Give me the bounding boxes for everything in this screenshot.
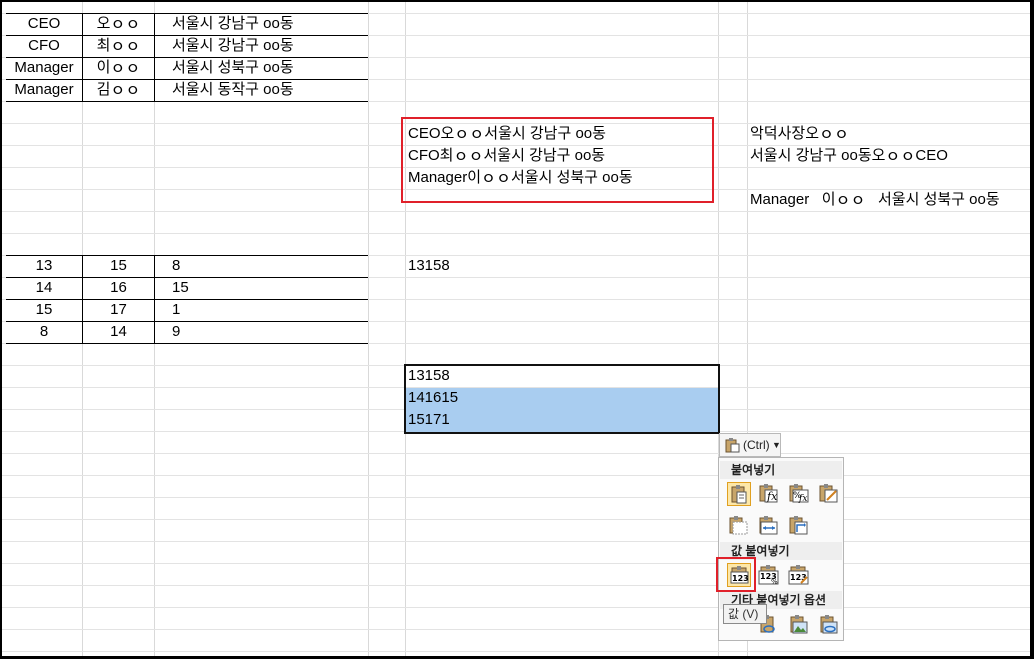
paste-options-label: (Ctrl) [743,438,770,452]
paste-picture-icon[interactable] [787,613,811,637]
linked-picture-icon[interactable] [817,613,841,637]
spreadsheet-grid[interactable]: CEO 오ｏｏ 서울시 강남구 oo동 CFO 최ｏｏ 서울시 강남구 oo동 … [2,2,1030,656]
name-cell[interactable]: 이ｏｏ [83,57,154,79]
number-cell[interactable]: 13 [6,255,82,277]
selection-border [404,364,720,434]
number-concat-cell[interactable]: 13158 [408,255,450,277]
side-text-cell[interactable]: 악덕사장오ｏｏ [750,123,849,145]
address-cell[interactable]: 서울시 동작구 oo동 [172,79,294,101]
name-cell[interactable]: 김ｏｏ [83,79,154,101]
address-cell[interactable]: 서울시 강남구 oo동 [172,13,294,35]
name-cell[interactable]: 최ｏｏ [83,35,154,57]
no-borders-icon[interactable] [727,514,751,538]
number-cell[interactable]: 8 [6,321,82,343]
paste-options-button[interactable]: (Ctrl) ▼ [719,433,781,457]
number-cell[interactable]: 8 [172,255,180,277]
number-cell[interactable]: 15 [6,299,82,321]
paste-formulas-icon[interactable]: fx [757,482,781,506]
paste-section-header: 붙여넣기 [720,461,842,479]
number-cell[interactable]: 15 [83,255,154,277]
highlight-box [401,117,714,203]
keep-source-formatting-icon[interactable] [817,482,841,506]
role-cell[interactable]: CEO [6,13,82,35]
address-cell[interactable]: 서울시 성북구 oo동 [172,57,294,79]
svg-text:%: % [771,578,778,585]
number-cell[interactable]: 14 [6,277,82,299]
role-cell[interactable]: Manager [6,57,82,79]
tooltip: 값 (V) [723,604,767,624]
svg-text:fx: fx [766,490,778,503]
keep-column-widths-icon[interactable] [757,514,781,538]
number-cell[interactable]: 1 [172,299,180,321]
number-cell[interactable]: 16 [83,277,154,299]
name-cell[interactable]: 오ｏｏ [83,13,154,35]
paste-formulas-number-format-icon[interactable]: % fx [787,482,811,506]
number-cell[interactable]: 14 [83,321,154,343]
highlight-box [716,557,756,592]
values-source-formatting-icon[interactable]: 123 [787,563,811,587]
transpose-icon[interactable] [787,514,811,538]
chevron-down-icon: ▼ [772,440,781,450]
role-cell[interactable]: Manager [6,79,82,101]
svg-text:fx: fx [798,494,807,504]
role-cell[interactable]: CFO [6,35,82,57]
number-cell[interactable]: 15 [172,277,189,299]
side-text-cell[interactable]: Manager 이ｏｏ 서울시 성북구 oo동 [750,189,1000,211]
number-cell[interactable]: 17 [83,299,154,321]
values-number-format-icon[interactable]: 123% [757,563,781,587]
paste-icon[interactable] [727,482,751,506]
side-text-cell[interactable]: 서울시 강남구 oo동오ｏｏCEO [750,145,948,167]
number-cell[interactable]: 9 [172,321,180,343]
address-cell[interactable]: 서울시 강남구 oo동 [172,35,294,57]
